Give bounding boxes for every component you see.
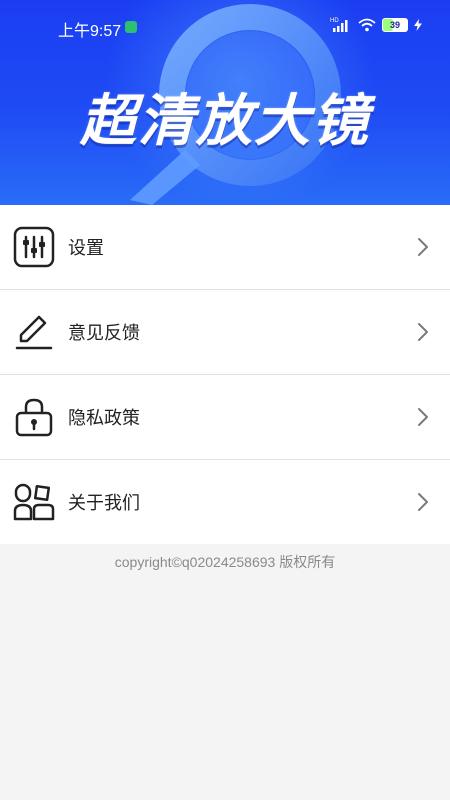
settings-menu: 设置 意见反馈 隐私政策 关于我们 [0, 205, 450, 544]
menu-item-settings[interactable]: 设置 [0, 205, 450, 289]
battery-level: 39 [389, 20, 400, 30]
battery-icon: 39 [382, 18, 408, 32]
menu-item-label: 关于我们 [68, 493, 140, 514]
copyright-text: copyright©q02024258693 版权所有 [114, 554, 336, 570]
settings-sliders-icon [12, 225, 56, 269]
header-banner: 超清放大镜 上午9:57 HD 39 [0, 0, 450, 205]
menu-item-about[interactable]: 关于我们 [0, 459, 450, 544]
menu-item-label: 意见反馈 [68, 323, 140, 344]
chevron-right-icon [418, 408, 428, 426]
menu-item-label: 隐私政策 [68, 408, 140, 429]
people-icon [12, 480, 56, 524]
chevron-right-icon [418, 238, 428, 256]
notification-app-icon [125, 21, 137, 33]
pen-feedback-icon [12, 310, 56, 354]
chevron-right-icon [418, 493, 428, 511]
svg-text:HD: HD [330, 18, 339, 24]
charging-icon [414, 19, 422, 31]
menu-item-feedback[interactable]: 意见反馈 [0, 289, 450, 374]
status-time: 上午9:57 [58, 23, 122, 40]
app-screen: 超清放大镜 上午9:57 HD 39 设置 意见反馈 隐私政策 关于我们 cop… [0, 0, 450, 800]
status-bar: 上午9:57 HD 39 [0, 14, 450, 40]
menu-item-privacy[interactable]: 隐私政策 [0, 374, 450, 459]
cellular-signal-icon: HD [330, 18, 348, 32]
banner-title: 超清放大镜 [80, 89, 370, 154]
wifi-icon [358, 18, 376, 32]
lock-icon [12, 395, 56, 439]
menu-item-label: 设置 [68, 238, 104, 259]
chevron-right-icon [418, 323, 428, 341]
